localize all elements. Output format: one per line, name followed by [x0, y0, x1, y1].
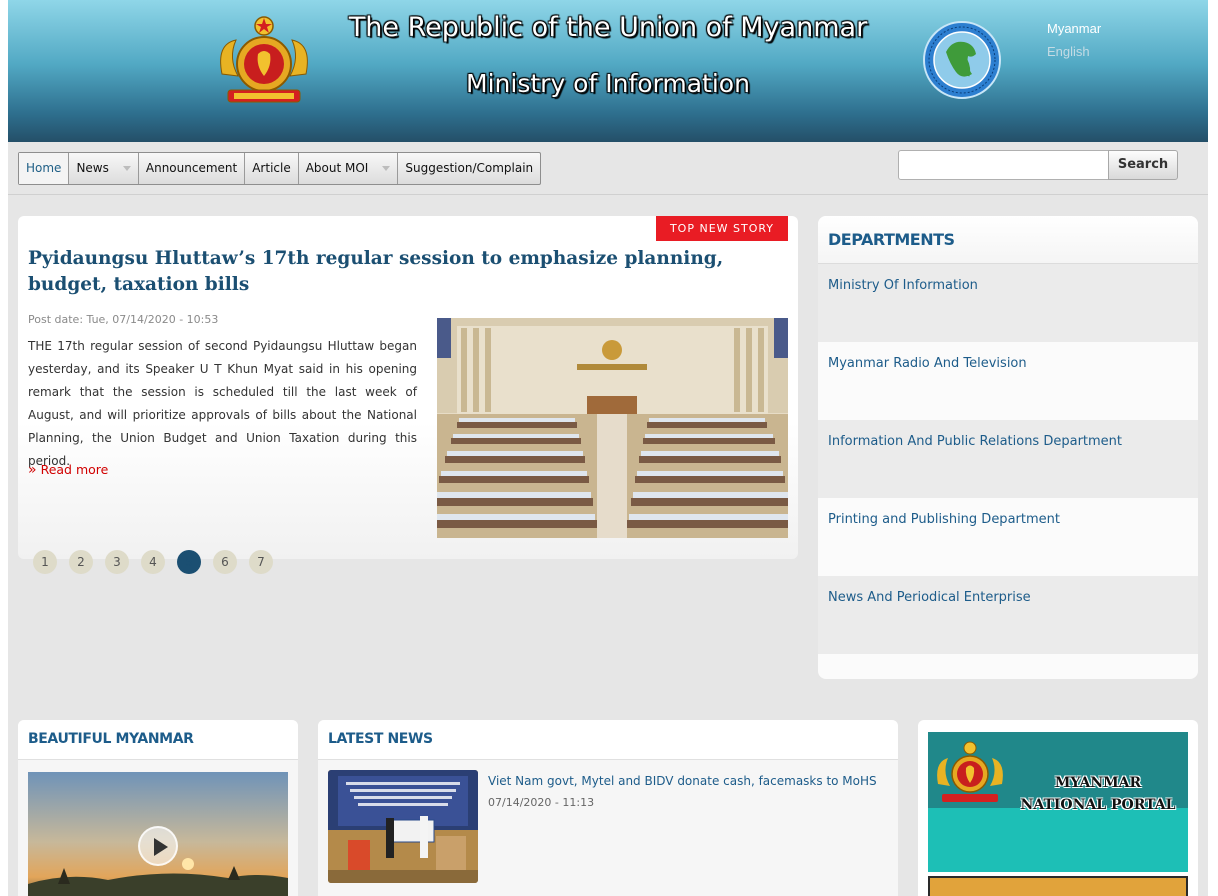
departments-header: DEPARTMENTS [818, 216, 1198, 264]
latest-news-panel: LATEST NEWS Viet Nam govt, Mytel and BID… [318, 720, 898, 896]
news-item-title[interactable]: Viet Nam govt, Mytel and BIDV donate cas… [488, 774, 877, 788]
department-link-news-periodical[interactable]: News And Periodical Enterprise [818, 576, 1198, 654]
post-date: Post date: Tue, 07/14/2020 - 10:53 [28, 313, 219, 326]
latest-news-header: LATEST NEWS [318, 720, 898, 760]
nav-item-news-label: News [76, 161, 109, 175]
story-image[interactable] [437, 318, 788, 538]
site-header: The Republic of the Union of Myanmar Min… [8, 0, 1208, 142]
nav-item-home[interactable]: Home [19, 153, 70, 184]
nav-item-home-label: Home [26, 161, 62, 175]
page-7-button[interactable]: 7 [249, 550, 273, 574]
nav-item-news[interactable]: News [69, 153, 139, 184]
nav-item-about-moi-label: About MOI [305, 161, 369, 175]
page-2-button[interactable]: 2 [69, 550, 93, 574]
page-4-button[interactable]: 4 [141, 550, 165, 574]
video-thumbnail[interactable] [28, 772, 288, 896]
latest-news-heading: LATEST NEWS [328, 731, 433, 747]
story-pager: 1 2 3 4 5 6 7 [33, 550, 285, 574]
portal-title: MYANMAR NATIONAL PORTAL [1020, 775, 1176, 813]
chevron-down-icon [382, 166, 391, 171]
main-menu: Home News Announcement Article About MOI… [18, 152, 542, 185]
department-link-printing-publishing[interactable]: Printing and Publishing Department [818, 498, 1198, 576]
beautiful-myanmar-panel: BEAUTIFUL MYANMAR [18, 720, 298, 896]
department-link-ministry-of-information[interactable]: Ministry Of Information [818, 264, 1198, 342]
nav-item-suggestion-label: Suggestion/Complain [405, 161, 534, 175]
beautiful-myanmar-header: BEAUTIFUL MYANMAR [18, 720, 298, 760]
chevron-down-icon [122, 166, 131, 171]
news-thumbnail[interactable] [328, 770, 478, 883]
read-more-link[interactable]: » Read more [28, 462, 108, 478]
top-story-badge: TOP NEW STORY [656, 216, 788, 241]
national-portal-panel: MYANMAR NATIONAL PORTAL [918, 720, 1198, 896]
news-item-date: 07/14/2020 - 11:13 [488, 796, 595, 809]
state-emblem-icon [937, 741, 1003, 802]
read-more-label: Read more [40, 462, 109, 477]
story-title-link[interactable]: Pyidaungsu Hluttaw’s 17th regular sessio… [28, 246, 748, 298]
page-6-button[interactable]: 6 [213, 550, 237, 574]
news-image [328, 770, 478, 883]
department-link-mrtv[interactable]: Myanmar Radio And Television [818, 342, 1198, 420]
nav-item-suggestion-complain[interactable]: Suggestion/Complain [398, 153, 540, 184]
nav-item-about-moi[interactable]: About MOI [299, 153, 399, 184]
department-link-iprd[interactable]: Information And Public Relations Departm… [818, 420, 1198, 498]
beautiful-myanmar-heading: BEAUTIFUL MYANMAR [28, 731, 194, 747]
ministry-seal-icon [923, 21, 1001, 99]
story-summary: THE 17th regular session of second Pyida… [28, 339, 417, 468]
departments-heading: DEPARTMENTS [828, 230, 955, 249]
nav-item-announcement[interactable]: Announcement [139, 153, 246, 184]
nav-item-announcement-label: Announcement [145, 161, 238, 175]
portal-secondary-banner[interactable] [928, 876, 1188, 896]
site-subtitle: Ministry of Information [466, 69, 750, 98]
search-button[interactable]: Search [1108, 150, 1178, 180]
nav-item-article[interactable]: Article [245, 153, 299, 184]
page-3-button[interactable]: 3 [105, 550, 129, 574]
play-button[interactable] [138, 826, 178, 866]
language-myanmar-link[interactable]: Myanmar [1047, 21, 1101, 36]
departments-panel: DEPARTMENTS Ministry Of Information Myan… [818, 216, 1198, 679]
language-english-link[interactable]: English [1047, 44, 1090, 59]
page: The Republic of the Union of Myanmar Min… [8, 0, 1208, 896]
nav-item-article-label: Article [252, 161, 291, 175]
search-input[interactable] [898, 150, 1110, 180]
national-portal-banner[interactable]: MYANMAR NATIONAL PORTAL [928, 732, 1188, 872]
page-5-button[interactable]: 5 [177, 550, 201, 574]
page-1-button[interactable]: 1 [33, 550, 57, 574]
site-title: The Republic of the Union of Myanmar [348, 12, 868, 43]
double-chevron-right-icon: » [28, 462, 37, 478]
departments-list: Ministry Of Information Myanmar Radio An… [818, 264, 1198, 654]
